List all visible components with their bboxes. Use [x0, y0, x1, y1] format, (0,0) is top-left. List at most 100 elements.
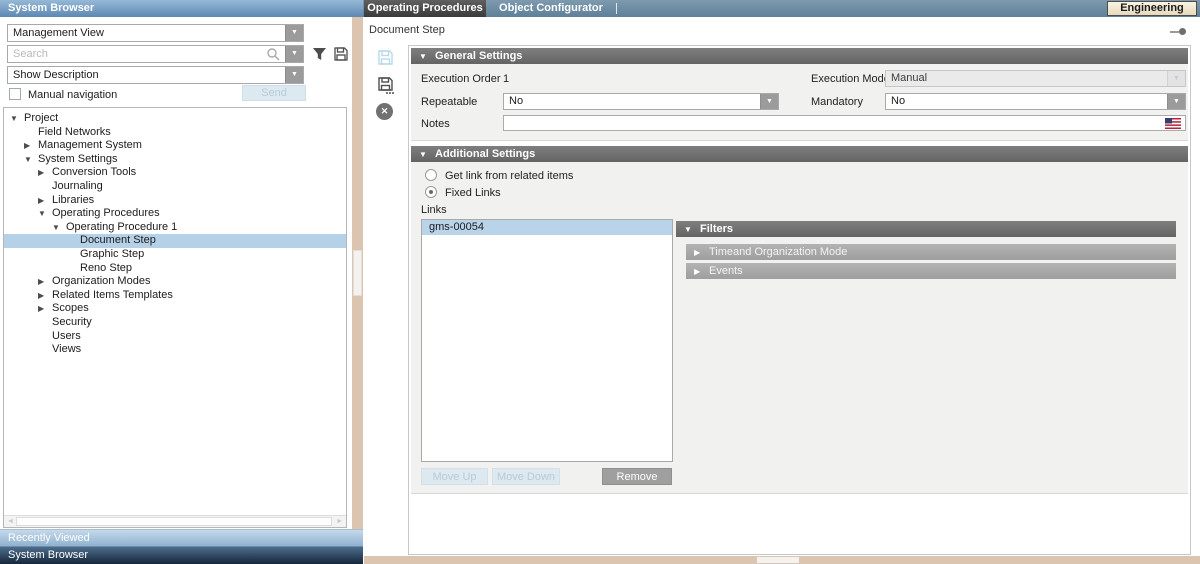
scrollbar-thumb[interactable] — [757, 557, 799, 563]
tree-item-organization-modes[interactable]: ▶Organization Modes — [4, 275, 346, 289]
repeatable-select[interactable]: No ▼ — [503, 93, 779, 110]
collapsed-arrow-icon[interactable]: ▶ — [38, 166, 52, 180]
links-listbox[interactable]: gms-00054 — [421, 219, 673, 462]
system-browser-panel-title: System Browser — [0, 0, 363, 17]
filters-header[interactable]: ▼Filters — [676, 221, 1176, 237]
expanded-arrow-icon: ▼ — [419, 147, 435, 163]
tree-item-label: Field Networks — [38, 126, 111, 138]
tree-item-field-networks[interactable]: Field Networks — [4, 126, 346, 140]
expanded-arrow-icon[interactable]: ▼ — [38, 207, 52, 221]
tree-rows: ▼Project Field Networks ▶Management Syst… — [4, 112, 346, 357]
additional-settings-body: Get link from related items Fixed Links … — [411, 162, 1188, 494]
vertical-scrollbar[interactable] — [352, 17, 363, 529]
mandatory-select[interactable]: No ▼ — [885, 93, 1186, 110]
view-selector-value: Management View — [13, 27, 104, 39]
save-icon[interactable] — [377, 49, 394, 69]
tree-item-document-step[interactable]: Document Step — [4, 234, 346, 248]
collapsed-arrow-icon: ▶ — [694, 264, 709, 280]
horizontal-scrollbar[interactable] — [364, 556, 1200, 564]
remove-button[interactable]: Remove — [602, 468, 672, 485]
tree-item-system-settings[interactable]: ▼System Settings — [4, 153, 346, 167]
application-window: System Browser Management View ▼ ▼ Show … — [0, 0, 1200, 564]
tree-item-label: Project — [24, 112, 58, 124]
system-browser-bar[interactable]: System Browser — [0, 546, 363, 564]
tree-item-operating-procedure-1[interactable]: ▼Operating Procedure 1 — [4, 221, 346, 235]
tree-item-graphic-step[interactable]: Graphic Step — [4, 248, 346, 262]
tree-item-conversion-tools[interactable]: ▶Conversion Tools — [4, 166, 346, 180]
expanded-arrow-icon[interactable]: ▼ — [10, 112, 24, 126]
tree-item-label: Libraries — [52, 194, 94, 206]
collapsed-arrow-icon[interactable]: ▶ — [38, 289, 52, 303]
move-up-button[interactable]: Move Up — [421, 468, 488, 485]
tree-item-management-system[interactable]: ▶Management System — [4, 139, 346, 153]
collapsed-arrow-icon[interactable]: ▶ — [38, 302, 52, 316]
chevron-down-icon[interactable]: ▼ — [285, 67, 303, 83]
send-button[interactable]: Send — [242, 85, 306, 101]
description-selector[interactable]: Show Description ▼ — [7, 66, 304, 84]
tree-item-label: Document Step — [80, 234, 156, 246]
tree-item-views[interactable]: Views — [4, 343, 346, 357]
move-down-button[interactable]: Move Down — [492, 468, 560, 485]
save-search-icon[interactable] — [333, 46, 349, 65]
search-options-chevron-icon[interactable]: ▼ — [285, 46, 303, 62]
close-icon[interactable]: ✕ — [376, 103, 393, 120]
links-label: Links — [421, 204, 447, 216]
tree-item-journaling[interactable]: Journaling — [4, 180, 346, 194]
scroll-right-icon[interactable]: ► — [336, 516, 343, 528]
tree-item-operating-procedures[interactable]: ▼Operating Procedures — [4, 207, 346, 221]
section-title: General Settings — [435, 50, 522, 62]
pin-icon[interactable] — [1170, 28, 1186, 35]
list-item[interactable]: gms-00054 — [422, 220, 672, 235]
expanded-arrow-icon[interactable]: ▼ — [24, 153, 38, 167]
tree-item-label: Organization Modes — [52, 275, 150, 287]
tree-item-project[interactable]: ▼Project — [4, 112, 346, 126]
repeatable-value: No — [509, 95, 523, 107]
tree-item-reno-step[interactable]: Reno Step — [4, 262, 346, 276]
scrollbar-thumb[interactable] — [353, 250, 362, 296]
system-tree: ▼Project Field Networks ▶Management Syst… — [3, 107, 347, 528]
general-settings-header[interactable]: ▼General Settings — [411, 48, 1188, 64]
tab-divider — [616, 3, 617, 14]
tree-item-users[interactable]: Users — [4, 330, 346, 344]
collapsed-arrow-icon[interactable]: ▶ — [24, 139, 38, 153]
collapsed-arrow-icon[interactable]: ▶ — [38, 194, 52, 208]
manual-navigation-checkbox[interactable] — [9, 88, 21, 100]
chevron-glyph: ▼ — [1173, 98, 1180, 105]
work-area-panel: Operating Procedures Object Configurator… — [363, 0, 1200, 564]
filter-icon[interactable] — [311, 46, 328, 65]
chevron-glyph: ▼ — [1173, 75, 1180, 82]
view-selector[interactable]: Management View ▼ — [7, 24, 304, 42]
tree-horizontal-scrollbar[interactable]: ◄ ► — [4, 515, 346, 527]
expanded-arrow-icon[interactable]: ▼ — [52, 221, 66, 235]
search-input[interactable] — [8, 46, 263, 62]
fixed-links-radio[interactable] — [425, 186, 437, 198]
engineering-button[interactable]: Engineering — [1107, 1, 1197, 16]
scrollbar-thumb[interactable] — [16, 517, 332, 526]
tree-item-scopes[interactable]: ▶Scopes — [4, 302, 346, 316]
chevron-down-icon[interactable]: ▼ — [1167, 94, 1185, 109]
tab-operating-procedures[interactable]: Operating Procedures — [364, 0, 486, 17]
collapsed-arrow-icon[interactable]: ▶ — [38, 275, 52, 289]
additional-settings-header[interactable]: ▼Additional Settings — [411, 146, 1188, 162]
recently-viewed-bar[interactable]: Recently Viewed — [0, 529, 363, 546]
chevron-glyph: ▼ — [291, 29, 298, 36]
expanded-arrow-icon: ▼ — [684, 222, 700, 238]
expanded-arrow-icon: ▼ — [419, 49, 435, 65]
filter-bar-label: Timeand Organization Mode — [709, 246, 847, 258]
related-items-radio[interactable] — [425, 169, 437, 181]
scroll-left-icon[interactable]: ◄ — [7, 516, 14, 528]
tree-item-related-items-templates[interactable]: ▶Related Items Templates — [4, 289, 346, 303]
chevron-down-icon[interactable]: ▼ — [285, 25, 303, 41]
tree-item-label: Views — [52, 343, 81, 355]
tree-item-label: Operating Procedures — [52, 207, 160, 219]
description-selector-value: Show Description — [13, 69, 99, 81]
save-as-icon[interactable] — [377, 76, 395, 98]
tab-object-configurator[interactable]: Object Configurator — [486, 0, 616, 17]
chevron-down-icon[interactable]: ▼ — [760, 94, 778, 109]
notes-input[interactable] — [503, 115, 1186, 131]
filter-time-org-mode-bar[interactable]: ▶Timeand Organization Mode — [686, 244, 1176, 260]
tree-item-libraries[interactable]: ▶Libraries — [4, 194, 346, 208]
tree-item-security[interactable]: Security — [4, 316, 346, 330]
execution-mode-value: Manual — [891, 72, 927, 84]
filter-events-bar[interactable]: ▶Events — [686, 263, 1176, 279]
